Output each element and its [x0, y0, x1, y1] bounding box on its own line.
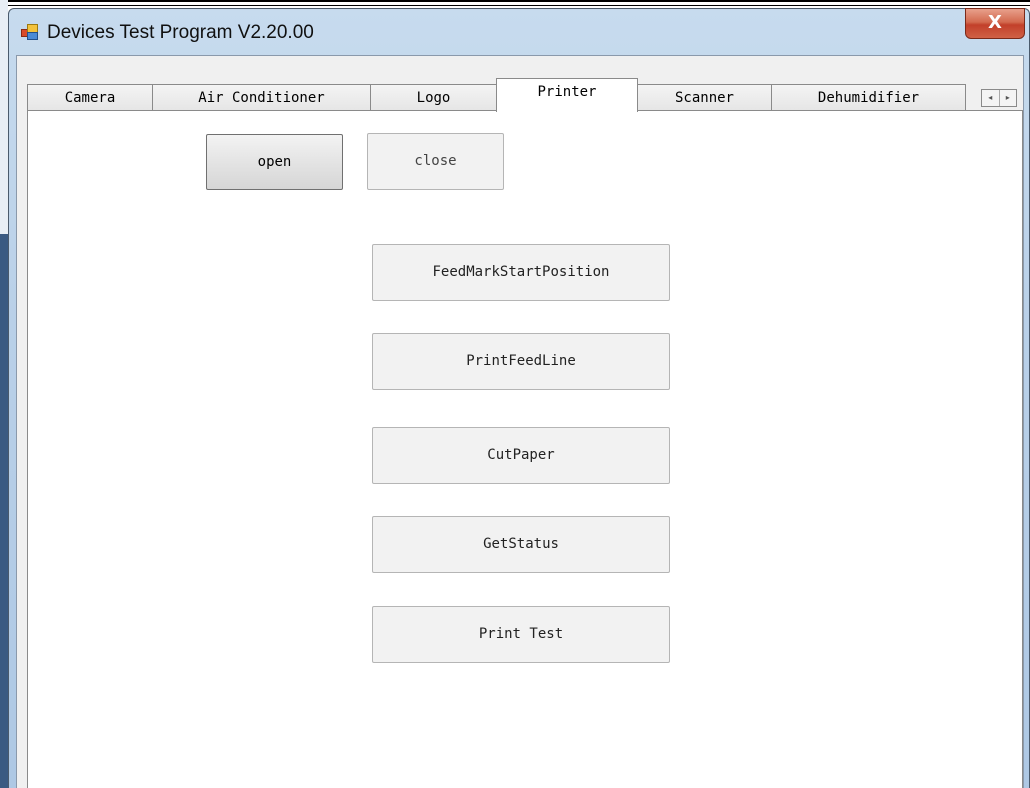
cut-paper-button[interactable]: CutPaper [372, 427, 670, 484]
open-button[interactable]: open [206, 134, 343, 190]
tab-dehumidifier[interactable]: Dehumidifier [771, 84, 966, 110]
tab-scroll-right-icon[interactable]: ▸ [998, 90, 1017, 106]
window-close-button[interactable]: X [965, 8, 1025, 39]
tab-air-conditioner[interactable]: Air Conditioner [152, 84, 371, 110]
window-title: Devices Test Program V2.20.00 [47, 22, 314, 43]
title-bar[interactable]: Devices Test Program V2.20.00 X [9, 8, 1029, 55]
print-feed-line-button[interactable]: PrintFeedLine [372, 333, 670, 390]
app-icon [21, 23, 39, 41]
tab-strip: Camera Air Conditioner Logo Printer Scan… [27, 68, 1023, 112]
tab-scroll-buttons: ◂ ▸ [981, 89, 1017, 107]
top-border [0, 0, 1030, 2]
tab-printer[interactable]: Printer [496, 78, 638, 112]
app-window: Devices Test Program V2.20.00 X Camera A… [8, 8, 1030, 788]
top-border-thin [0, 5, 1030, 6]
close-button[interactable]: close [367, 133, 504, 190]
tab-scroll-left-icon[interactable]: ◂ [982, 90, 999, 106]
feed-mark-start-position-button[interactable]: FeedMarkStartPosition [372, 244, 670, 301]
tab-camera[interactable]: Camera [27, 84, 153, 110]
printer-tab-page: open close FeedMarkStartPosition PrintFe… [27, 110, 1023, 788]
tab-logo[interactable]: Logo [370, 84, 497, 110]
desktop-background [0, 0, 8, 234]
client-area: Camera Air Conditioner Logo Printer Scan… [16, 55, 1024, 788]
print-test-button[interactable]: Print Test [372, 606, 670, 663]
get-status-button[interactable]: GetStatus [372, 516, 670, 573]
tab-scanner[interactable]: Scanner [637, 84, 772, 110]
